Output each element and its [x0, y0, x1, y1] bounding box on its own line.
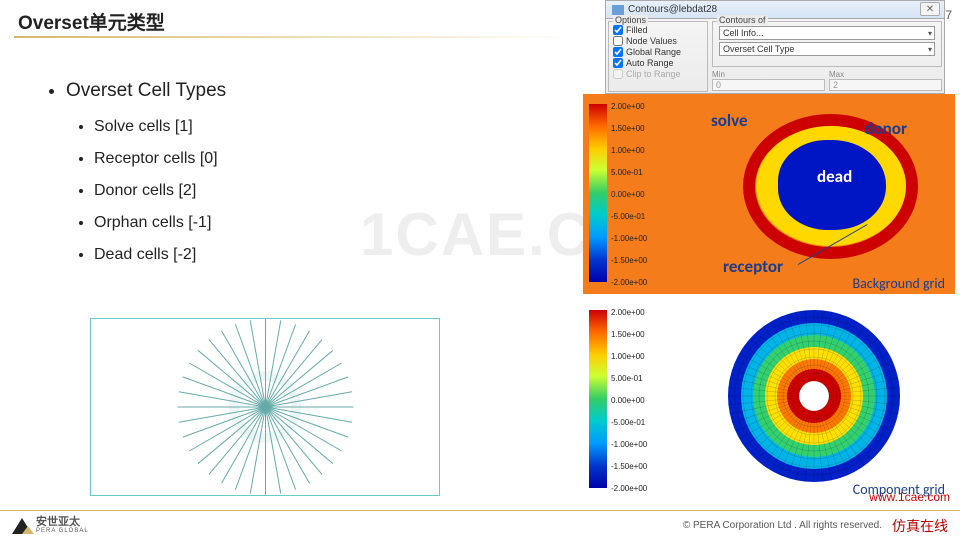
- colorbar-tick: 1.50e+00: [611, 330, 645, 339]
- auto-range-checkbox[interactable]: [613, 58, 623, 68]
- global-range-label: Global Range: [626, 47, 681, 57]
- content-block: Overset Cell Types Solve cells [1] Recep…: [50, 80, 226, 278]
- field-variable-value: Overset Cell Type: [723, 44, 794, 54]
- colorbar-tick: -1.50e+00: [611, 256, 647, 265]
- brand-en: PERA GLOBAL: [36, 528, 89, 534]
- list-item: Donor cells [2]: [94, 182, 226, 200]
- colorbar-tick: 5.00e-01: [611, 374, 643, 383]
- min-label: Min: [712, 70, 825, 79]
- slide-title: Overset单元类型: [18, 8, 165, 35]
- brand-cn: 安世亚太: [36, 517, 89, 528]
- comp-grid-stage: [683, 310, 945, 478]
- window-icon: [612, 5, 624, 15]
- contours-of-legend: Contours of: [717, 15, 768, 25]
- option-global-range[interactable]: Global Range: [613, 47, 703, 57]
- title-underline: [14, 36, 574, 38]
- list-item: Dead cells [-2]: [94, 246, 226, 264]
- min-value: 0: [712, 79, 825, 91]
- colorbar-tick: 1.00e+00: [611, 146, 645, 155]
- solve-annotation: solve: [711, 110, 748, 131]
- node-values-label: Node Values: [626, 36, 677, 46]
- colorbar-tick: 2.00e+00: [611, 308, 645, 317]
- option-auto-range[interactable]: Auto Range: [613, 58, 703, 68]
- footer-copyright: © PERA Corporation Ltd . All rights rese…: [683, 520, 882, 531]
- clip-to-range-label: Clip to Range: [626, 69, 681, 79]
- filled-checkbox[interactable]: [613, 25, 623, 35]
- colorbar-tick: 0.00e+00: [611, 396, 645, 405]
- clip-to-range-checkbox: [613, 69, 623, 79]
- list-item: Receptor cells [0]: [94, 150, 226, 168]
- bullet-list: Solve cells [1] Receptor cells [0] Donor…: [66, 118, 226, 264]
- panel-titlebar: Contours@lebdat28 ✕: [606, 1, 944, 19]
- chevron-down-icon: ▾: [928, 29, 932, 38]
- options-fieldset: Options Filled Node Values Global Range …: [608, 21, 708, 92]
- global-range-checkbox[interactable]: [613, 47, 623, 57]
- bg-grid-caption: Background grid: [852, 275, 945, 292]
- panel-window-title: Contours@lebdat28: [628, 4, 717, 15]
- colorbar-tick: 2.00e+00: [611, 102, 645, 111]
- receptor-annotation: receptor: [723, 256, 783, 277]
- contours-options-panel: Contours@lebdat28 ✕ Options Filled Node …: [605, 0, 945, 94]
- chevron-down-icon: ▾: [928, 45, 932, 54]
- options-legend: Options: [613, 15, 648, 25]
- colorbar-tick: -5.00e-01: [611, 418, 645, 427]
- list-item: Orphan cells [-1]: [94, 214, 226, 232]
- colorbar-tick: -5.00e-01: [611, 212, 645, 221]
- field-category-dropdown[interactable]: Cell Info... ▾: [719, 26, 935, 40]
- colorbar-tick: -1.50e+00: [611, 462, 647, 471]
- option-node-values[interactable]: Node Values: [613, 36, 703, 46]
- component-grid-contour: 2.00e+00 1.50e+00 1.00e+00 5.00e-01 0.00e+00…: [583, 300, 955, 500]
- colorbar-tick: 0.00e+00: [611, 190, 645, 199]
- colorbar-tick: 1.00e+00: [611, 352, 645, 361]
- node-values-checkbox[interactable]: [613, 36, 623, 46]
- mesh-overset-illustration: [90, 318, 440, 496]
- content-heading: Overset Cell Types: [66, 80, 226, 102]
- filled-label: Filled: [626, 25, 648, 35]
- colorbar: [589, 104, 607, 282]
- donor-annotation: donor: [864, 118, 907, 139]
- option-filled[interactable]: Filled: [613, 25, 703, 35]
- auto-range-label: Auto Range: [626, 58, 674, 68]
- max-label: Max: [829, 70, 942, 79]
- component-mesh-lines: [683, 310, 945, 488]
- footer-bar: 安世亚太 PERA GLOBAL © PERA Corporation Ltd …: [0, 510, 960, 540]
- footer-logo-block: 安世亚太 PERA GLOBAL: [12, 517, 89, 534]
- dead-annotation: dead: [817, 166, 852, 187]
- colorbar-tick: 1.50e+00: [611, 124, 645, 133]
- field-category-value: Cell Info...: [723, 28, 764, 38]
- colorbar-tick: -1.00e+00: [611, 234, 647, 243]
- footer-link-cn[interactable]: 仿真在线: [892, 516, 948, 536]
- field-variable-dropdown[interactable]: Overset Cell Type ▾: [719, 42, 935, 56]
- option-clip-to-range[interactable]: Clip to Range: [613, 69, 703, 79]
- colorbar-tick: -1.00e+00: [611, 440, 647, 449]
- contours-of-fieldset: Contours of Cell Info...▾ Overset Cell T…: [712, 21, 942, 67]
- page-number: 7: [945, 8, 952, 22]
- colorbar-tick: 5.00e-01: [611, 168, 643, 177]
- max-value: 2: [829, 79, 942, 91]
- close-icon[interactable]: ✕: [920, 2, 940, 16]
- colorbar-tick: -2.00e+00: [611, 278, 647, 287]
- colorbar: [589, 310, 607, 488]
- site-link[interactable]: www.1cae.com: [869, 490, 950, 504]
- pera-logo-icon: [12, 518, 32, 534]
- colorbar-tick: -2.00e+00: [611, 484, 647, 493]
- list-item: Solve cells [1]: [94, 118, 226, 136]
- background-grid-contour: 2.00e+00 1.50e+00 1.00e+00 5.00e-01 0.00e+00…: [583, 94, 955, 294]
